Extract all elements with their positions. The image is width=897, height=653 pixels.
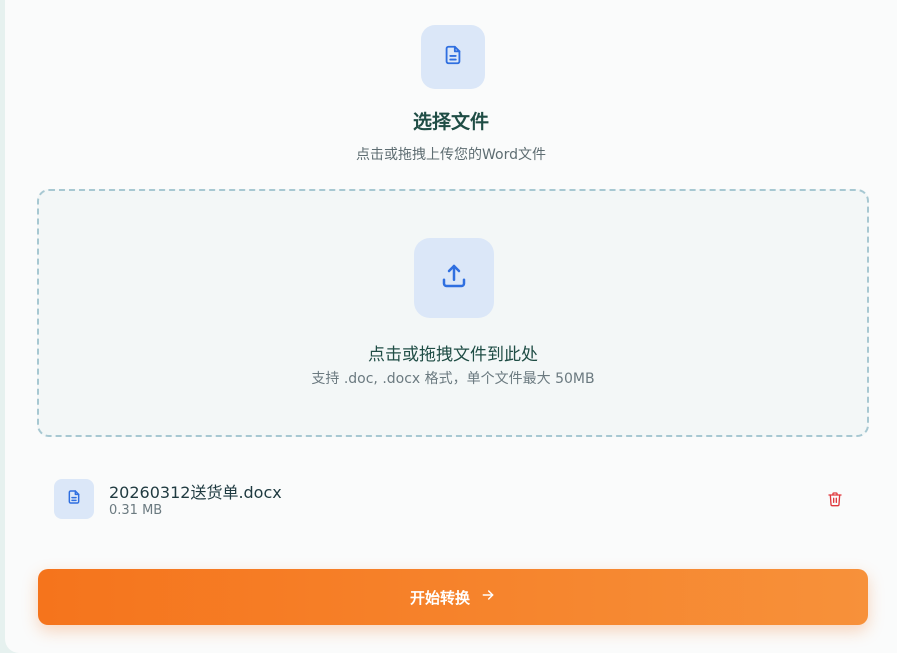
- page-title: 选择文件: [412, 111, 489, 133]
- trash-icon: [827, 491, 843, 511]
- arrow-right-icon: [480, 587, 496, 607]
- file-size: 0.31 MB: [109, 503, 163, 518]
- document-icon: [66, 489, 82, 509]
- upload-icon: [439, 261, 469, 295]
- document-icon: [442, 44, 464, 70]
- delete-file-button[interactable]: [825, 491, 845, 511]
- page-subtitle: 点击或拖拽上传您的Word文件: [356, 147, 546, 163]
- selected-file-item: 20260312送货单.docx 0.31 MB: [37, 465, 869, 537]
- file-dropzone[interactable]: 点击或拖拽文件到此处 支持 .doc, .docx 格式，单个文件最大 50MB: [37, 189, 869, 437]
- dropzone-main-text: 点击或拖拽文件到此处: [368, 345, 538, 365]
- file-name: 20260312送货单.docx: [109, 483, 282, 502]
- start-convert-label: 开始转换: [409, 588, 470, 607]
- header-icon-container: [421, 25, 485, 89]
- dropzone-hint-text: 支持 .doc, .docx 格式，单个文件最大 50MB: [311, 371, 595, 387]
- upload-icon-container: [414, 238, 494, 318]
- upload-card: 选择文件 点击或拖拽上传您的Word文件 点击或拖拽文件到此处 支持 .doc,…: [5, 0, 897, 653]
- start-convert-button[interactable]: 开始转换: [38, 569, 868, 625]
- file-icon-container: [54, 479, 94, 519]
